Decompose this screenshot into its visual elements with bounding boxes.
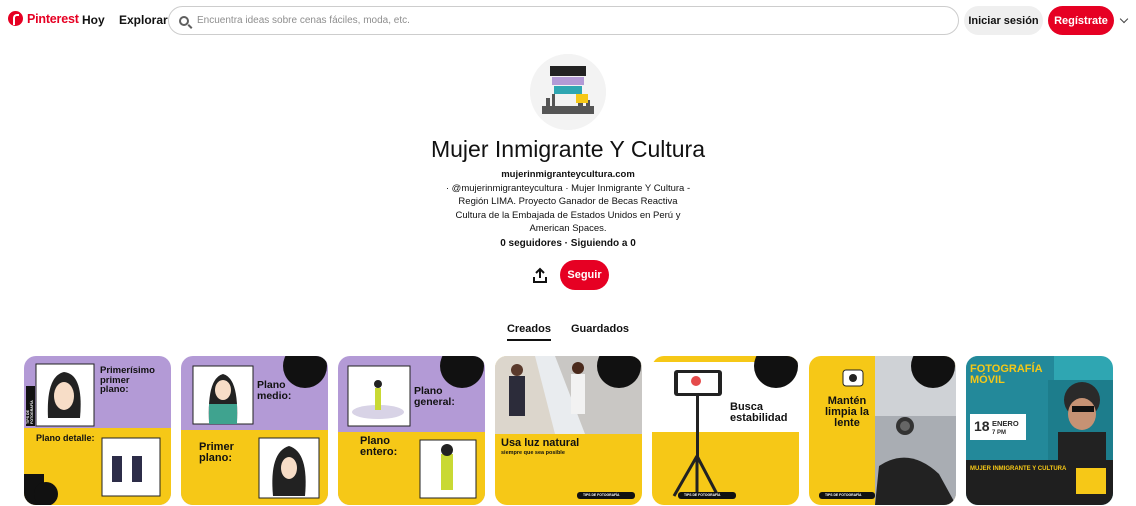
top-header: Pinterest Hoy Explorar Iniciar sesión Re… — [0, 0, 1136, 42]
pin-card[interactable]: Mantén limpia la lente TIPS DE FOTOGRAFÍ… — [809, 356, 956, 505]
pin-footer: MUJER INMIGRANTE Y CULTURA — [970, 466, 1067, 472]
tab-saved[interactable]: Guardados — [571, 323, 629, 341]
profile-bio: · @mujerinmigranteycultura · Mujer Inmig… — [445, 183, 691, 235]
nav-today-link[interactable]: Hoy — [82, 13, 105, 27]
share-icon — [533, 267, 547, 283]
profile-website-link[interactable]: mujerinmigranteycultura.com — [0, 169, 1136, 180]
pinterest-logo-text: Pinterest — [27, 11, 79, 26]
profile-tabs: Creados Guardados — [0, 323, 1136, 341]
profile-name: Mujer Inmigrante Y Cultura — [430, 136, 705, 162]
search-icon — [179, 15, 189, 26]
pinterest-logo-icon — [8, 11, 23, 26]
search-bar[interactable] — [168, 6, 959, 35]
pin-subtitle: siempre que sea posible — [501, 450, 565, 456]
pin-title: Usa luz natural — [501, 437, 580, 449]
pin-title-bottom: Plano detalle: — [36, 433, 95, 443]
pin-card[interactable]: Busca estabilidad TIPS DE FOTOGRAFÍA — [652, 356, 799, 505]
follower-stats[interactable]: 0 seguidores · Siguiendo a 0 — [0, 238, 1136, 249]
pin-card[interactable]: Plano general: Plano entero: — [338, 356, 485, 505]
pin-grid: Primerísimo primer plano: Plano detalle:… — [24, 356, 1113, 505]
pin-title-top: Plano general: — [414, 385, 455, 408]
login-button[interactable]: Iniciar sesión — [964, 6, 1043, 35]
search-input[interactable] — [197, 15, 937, 26]
pin-title: Mantén limpia la lente — [824, 395, 870, 430]
pin-title: FOTOGRAFÍA MÓVIL — [970, 363, 1043, 387]
pin-title-top: Plano medio: — [257, 379, 292, 402]
pin-date-month: ENERO — [992, 419, 1019, 428]
pin-card[interactable]: Plano medio: Primer plano: — [181, 356, 328, 505]
pin-card[interactable]: FOTOGRAFÍA MÓVIL 18 ENERO 7 PM MUJER INM… — [966, 356, 1113, 505]
pinterest-logo[interactable]: Pinterest — [8, 11, 79, 26]
share-button[interactable] — [530, 266, 550, 286]
profile-avatar — [530, 54, 606, 130]
follow-button[interactable]: Seguir — [560, 260, 609, 290]
pin-tag: TIPS DE FOTOGRAFÍA — [684, 493, 721, 497]
pin-title-bottom: Primer plano: — [199, 441, 234, 465]
pin-date-day: 18 — [974, 418, 990, 434]
chevron-down-icon[interactable] — [1119, 14, 1129, 24]
pin-tag: TIPS DE FOTOGRAFÍA — [825, 493, 862, 497]
pin-time: 7 PM — [992, 430, 1007, 436]
pin-card[interactable]: Primerísimo primer plano: Plano detalle:… — [24, 356, 171, 505]
signup-button[interactable]: Regístrate — [1048, 6, 1114, 35]
pin-title: Busca estabilidad — [730, 401, 788, 425]
tab-created[interactable]: Creados — [506, 323, 551, 341]
pin-title-bottom: Plano entero: — [360, 435, 398, 459]
pin-tag: TIPS DE FOTOGRAFÍA — [583, 493, 620, 497]
nav-explore-link[interactable]: Explorar — [119, 13, 168, 27]
pin-title-top: Primerísimo primer plano: — [100, 365, 155, 396]
pin-tag: TIPS DE FOTOGRAFÍA — [26, 386, 35, 426]
pin-card[interactable]: Usa luz natural siempre que sea posible … — [495, 356, 642, 505]
